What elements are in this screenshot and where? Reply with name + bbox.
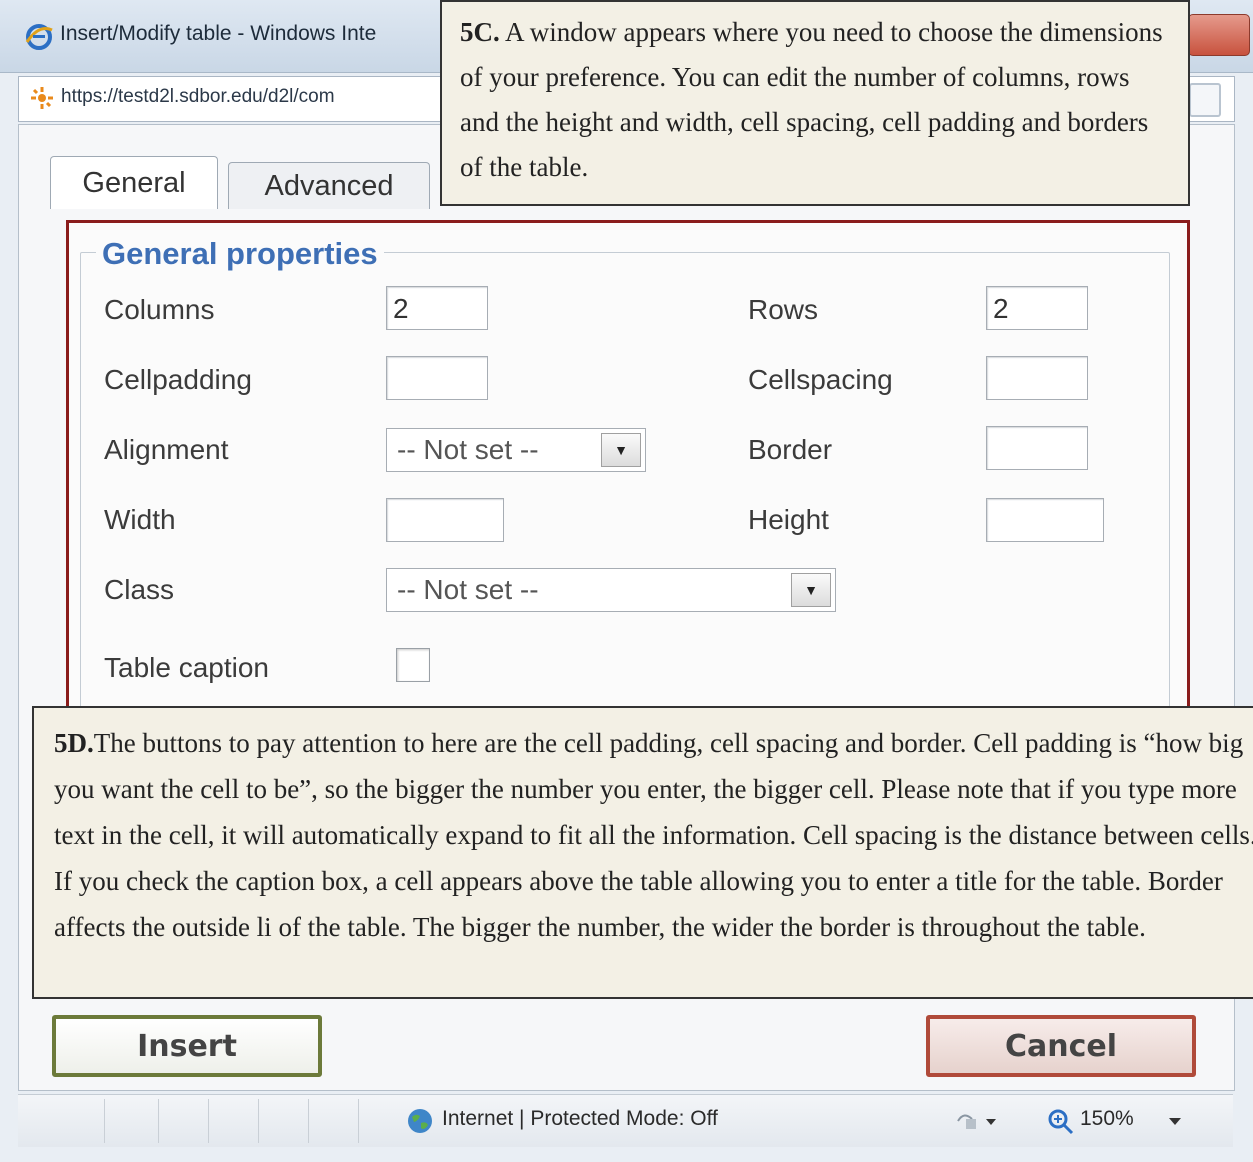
class-select[interactable]: -- Not set -- ▼ [386,568,836,612]
zoom-level[interactable]: 150% [1080,1107,1134,1131]
callout-5c-text: A window appears where you need to choos… [460,17,1163,182]
columns-input[interactable]: 2 [386,286,488,330]
width-label: Width [104,504,176,535]
callout-5d-text: The buttons to pay attention to here are… [54,728,1253,942]
height-label: Height [748,504,829,535]
cellpadding-input[interactable] [386,356,488,400]
internet-explorer-icon [25,24,53,50]
tab-general[interactable]: General [50,156,218,209]
columns-label: Columns [104,294,215,325]
zoom-icon[interactable] [1046,1107,1076,1135]
width-input[interactable] [386,498,504,542]
callout-5c-heading: 5C. [460,17,500,47]
window-title: Insert/Modify table - Windows Inte [60,22,377,45]
alignment-select-value: -- Not set -- [397,434,539,465]
rows-input[interactable]: 2 [986,286,1088,330]
address-url[interactable]: https://testd2l.sdbor.edu/d2l/com [61,86,335,108]
site-favicon-icon [31,87,53,109]
insert-button[interactable]: Insert [52,1015,322,1077]
cellspacing-input[interactable] [986,356,1088,400]
status-divider [208,1099,209,1143]
cellspacing-label: Cellspacing [748,364,893,395]
chevron-down-icon[interactable]: ▼ [601,433,641,467]
class-label: Class [104,574,175,605]
status-divider [358,1099,359,1143]
height-input[interactable] [986,498,1104,542]
callout-5d-heading: 5D. [54,728,94,758]
status-divider [258,1099,259,1143]
page-icon[interactable] [1189,83,1221,117]
chevron-down-icon[interactable] [1168,1117,1182,1127]
class-select-value: -- Not set -- [397,574,539,605]
tab-advanced[interactable]: Advanced [228,162,430,209]
table-caption-label: Table caption [104,652,270,683]
status-bar: Internet | Protected Mode: Off 150% [18,1094,1233,1147]
table-caption-checkbox[interactable] [396,648,430,682]
cellpadding-label: Cellpadding [104,364,252,395]
alignment-select[interactable]: -- Not set -- ▼ [386,428,646,472]
callout-5c: 5C. A window appears where you need to c… [440,0,1190,206]
alignment-label: Alignment [104,434,229,465]
cancel-button[interactable]: Cancel [926,1015,1196,1077]
globe-icon [408,1109,432,1133]
security-zone-text: Internet | Protected Mode: Off [442,1107,718,1130]
status-divider [308,1099,309,1143]
status-divider [158,1099,159,1143]
callout-5d: 5D.The buttons to pay attention to here … [32,706,1253,999]
window-close-button[interactable] [1188,14,1250,56]
general-properties-legend: General properties [96,236,384,272]
border-label: Border [748,434,833,465]
protected-mode-icon[interactable] [954,1109,1000,1133]
rows-label: Rows [748,294,819,325]
border-input[interactable] [986,426,1088,470]
status-divider [104,1099,105,1143]
chevron-down-icon[interactable]: ▼ [791,573,831,607]
